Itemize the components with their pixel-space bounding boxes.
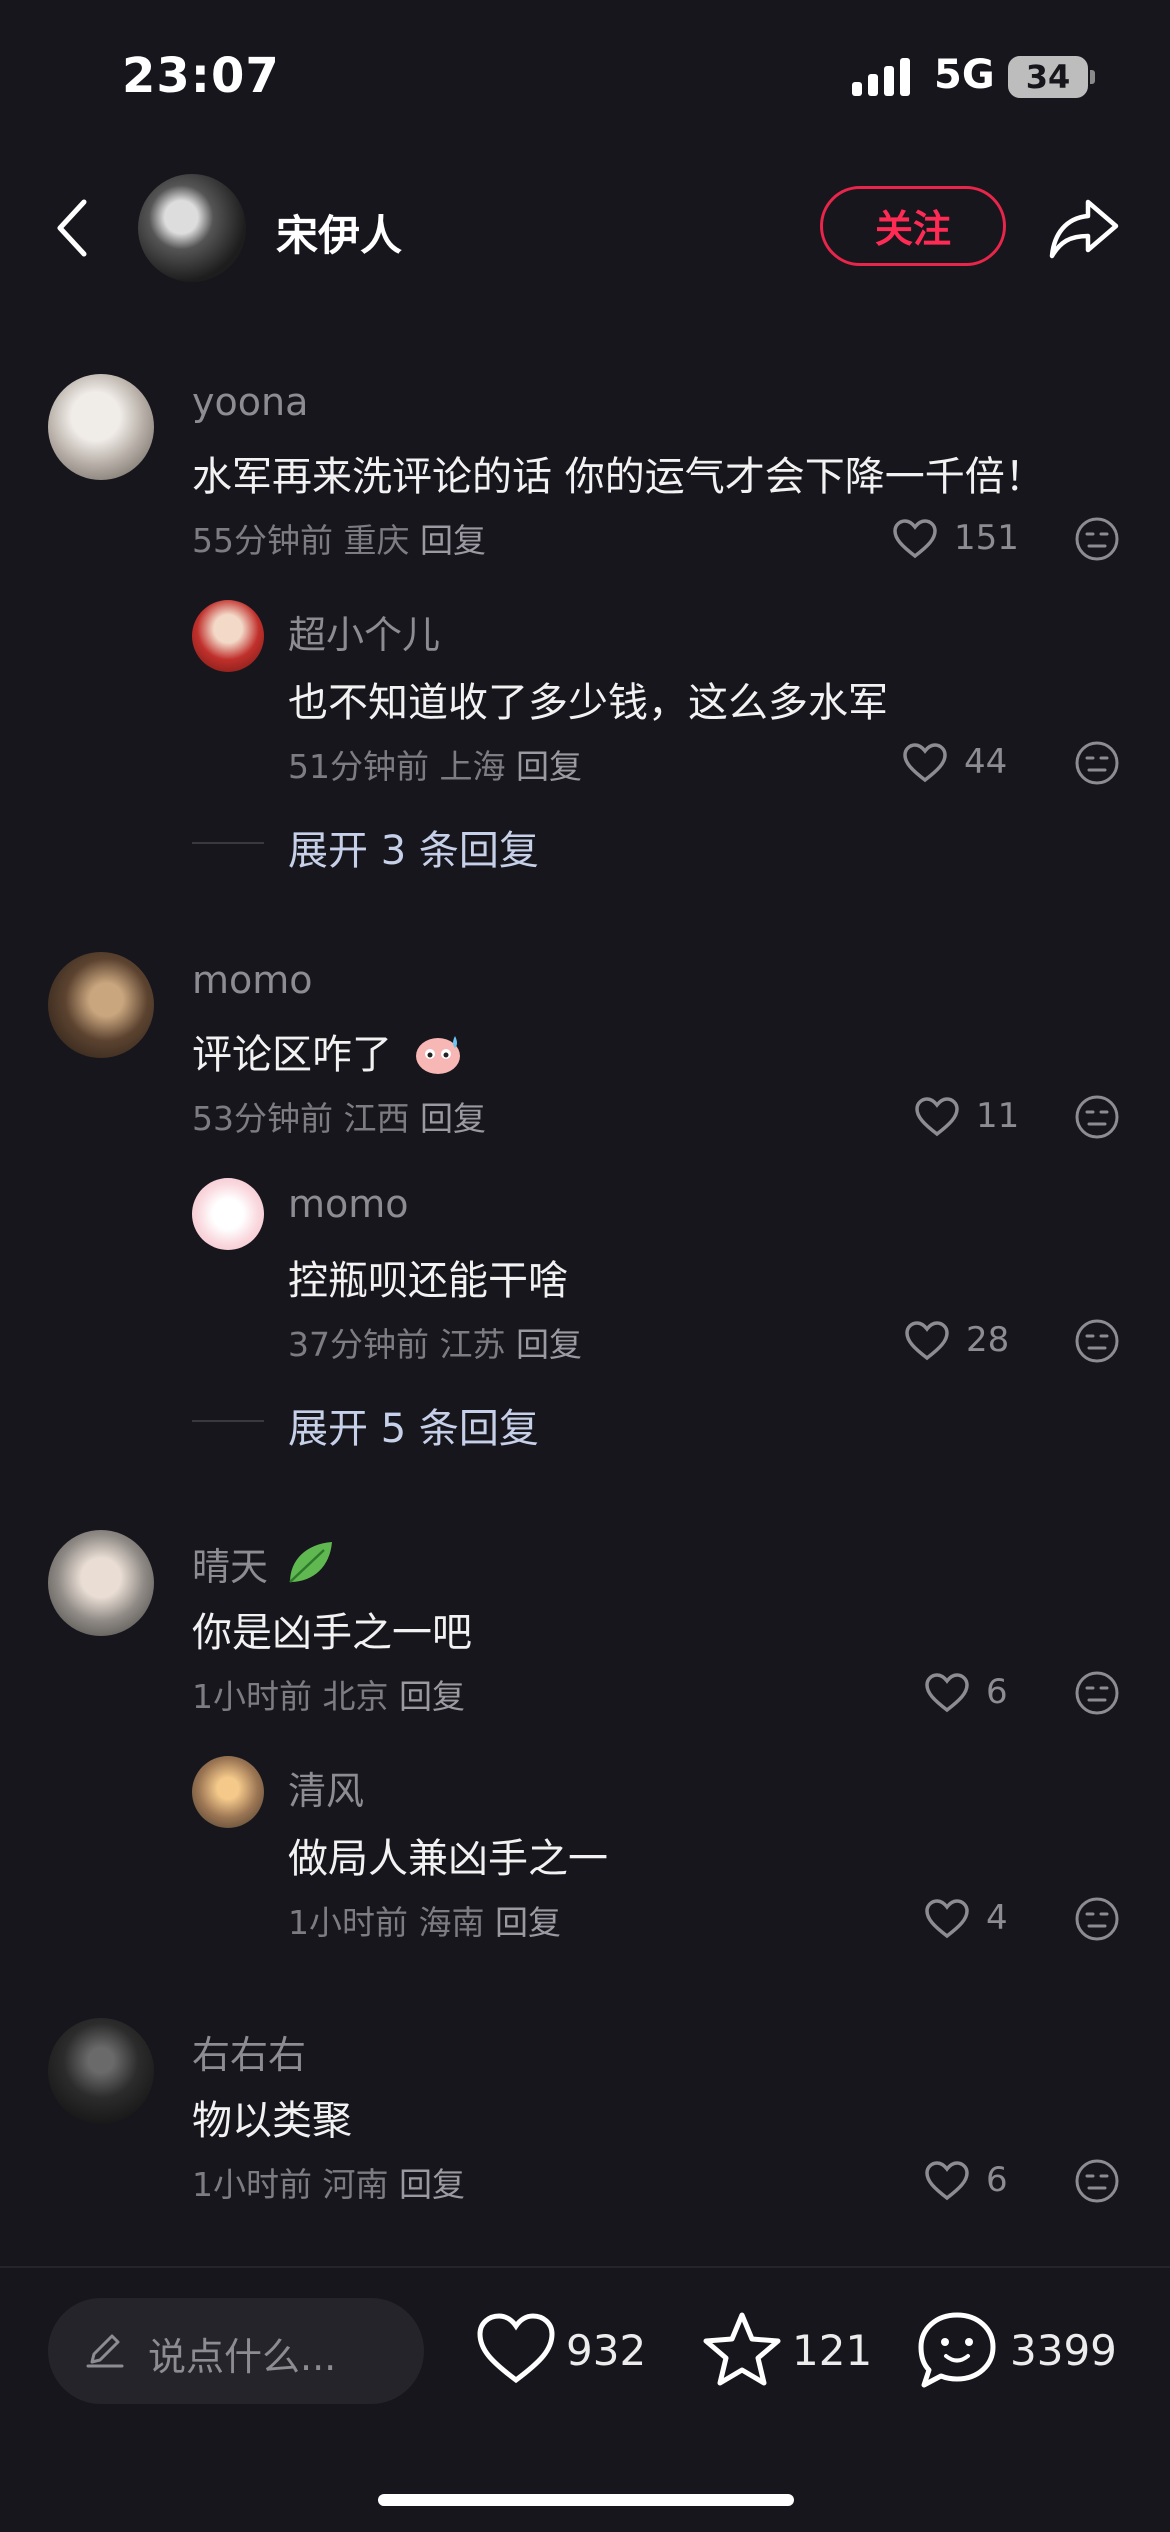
host-name[interactable]: 宋伊人 [276, 202, 402, 263]
heart-icon[interactable] [892, 518, 938, 560]
reply-meta: 1小时前 海南 回复 [288, 1896, 561, 1944]
follow-button[interactable]: 关注 [820, 186, 1006, 266]
reply-link[interactable]: 回复 [399, 1677, 465, 1716]
heart-icon[interactable] [924, 1898, 970, 1940]
user-avatar[interactable] [48, 374, 154, 480]
reply-meta: 51分钟前 上海 回复 [288, 740, 582, 788]
dislike-face-icon[interactable] [1074, 1094, 1120, 1140]
status-time: 23:07 [122, 48, 280, 104]
emoji-icon [415, 1036, 460, 1074]
like-count: 11 [976, 1096, 1020, 1136]
reply-location: 江苏 [439, 1325, 506, 1364]
user-avatar[interactable] [48, 1530, 154, 1636]
back-icon[interactable] [52, 196, 92, 260]
comment-text-row: 评论区咋了 [192, 1022, 465, 1080]
dislike-face-icon[interactable] [1074, 1670, 1120, 1716]
comment-location: 河南 [322, 2165, 389, 2204]
heart-icon[interactable] [914, 1096, 960, 1138]
user-avatar[interactable] [48, 952, 154, 1058]
comment-text: 评论区咋了 [192, 1032, 392, 1078]
reply-text: 控瓶呗还能干啥 [288, 1258, 568, 1304]
user-avatar[interactable] [192, 1178, 264, 1250]
reply-location: 海南 [418, 1903, 485, 1942]
reply-username[interactable]: 清风 [288, 1760, 364, 1815]
like-total: 932 [566, 2326, 647, 2375]
user-avatar[interactable] [192, 600, 264, 672]
reply-time: 51分钟前 [288, 747, 429, 786]
heart-icon[interactable] [924, 2160, 970, 2202]
home-indicator[interactable] [378, 2494, 794, 2506]
reply-link[interactable]: 回复 [420, 521, 486, 560]
dislike-face-icon[interactable] [1074, 1318, 1120, 1364]
signal-icon [852, 58, 910, 96]
reply-username[interactable]: momo [288, 1182, 409, 1226]
comment-total: 3399 [1010, 2326, 1117, 2375]
reply-link[interactable]: 回复 [420, 1099, 486, 1138]
reply-link[interactable]: 回复 [399, 2165, 465, 2204]
expand-replies-button[interactable]: 展开 5 条回复 [288, 1396, 539, 1454]
comment-location: 北京 [322, 1677, 389, 1716]
reply-link[interactable]: 回复 [516, 747, 582, 786]
dislike-face-icon[interactable] [1074, 740, 1120, 786]
heart-icon[interactable] [476, 2312, 556, 2386]
like-count: 6 [986, 1672, 1008, 1712]
comment-username[interactable]: momo [192, 958, 313, 1002]
comment-text: 物以类聚 [192, 2098, 352, 2144]
comment-time: 53分钟前 [192, 1099, 333, 1138]
reply-text: 做局人兼凶手之一 [288, 1836, 608, 1882]
pencil-icon [86, 2334, 124, 2368]
reply-link[interactable]: 回复 [495, 1903, 561, 1942]
comment-username[interactable]: yoona [192, 380, 308, 424]
dislike-face-icon[interactable] [1074, 1896, 1120, 1942]
host-avatar[interactable] [138, 174, 246, 282]
reply-link[interactable]: 回复 [516, 1325, 582, 1364]
comment-meta: 53分钟前 江西 回复 [192, 1092, 486, 1140]
expand-replies-button[interactable]: 展开 3 条回复 [288, 818, 539, 876]
like-count: 151 [954, 518, 1019, 558]
dislike-face-icon[interactable] [1074, 516, 1120, 562]
comment-time: 1小时前 [192, 2165, 312, 2204]
reply-text: 也不知道收了多少钱，这么多水军 [288, 680, 888, 726]
comment-meta: 55分钟前 重庆 回复 [192, 514, 486, 562]
comment-meta: 1小时前 河南 回复 [192, 2158, 465, 2206]
reply-time: 1小时前 [288, 1903, 408, 1942]
reply-time: 37分钟前 [288, 1325, 429, 1364]
comment-input-placeholder[interactable]: 说点什么... [148, 2326, 336, 2381]
comment-location: 江西 [343, 1099, 410, 1138]
reply-username[interactable]: 超小个儿 [288, 604, 440, 659]
dislike-face-icon[interactable] [1074, 2158, 1120, 2204]
like-count: 6 [986, 2160, 1008, 2200]
comment-username[interactable]: 晴天 [192, 1545, 268, 1589]
leaf-icon [289, 1542, 333, 1583]
comment-username-row: 晴天 [192, 1536, 336, 1591]
comment-time: 1小时前 [192, 1677, 312, 1716]
comment-time: 55分钟前 [192, 521, 333, 560]
user-avatar[interactable] [192, 1756, 264, 1828]
comment-text: 你是凶手之一吧 [192, 1610, 472, 1656]
user-avatar[interactable] [48, 2018, 154, 2124]
heart-icon[interactable] [924, 1672, 970, 1714]
comment-bubble-icon[interactable] [916, 2310, 998, 2390]
heart-icon[interactable] [904, 1320, 950, 1362]
like-count: 28 [966, 1320, 1010, 1360]
battery-cap [1090, 70, 1095, 84]
comment-meta: 1小时前 北京 回复 [192, 1670, 465, 1718]
bottom-divider [0, 2266, 1170, 2268]
like-count: 4 [986, 1898, 1008, 1938]
expand-divider [192, 1420, 264, 1422]
heart-icon[interactable] [902, 742, 948, 784]
share-icon[interactable] [1048, 196, 1120, 260]
battery-icon: 34 [1008, 56, 1088, 98]
comment-username[interactable]: 右右右 [192, 2024, 306, 2079]
reply-meta: 37分钟前 江苏 回复 [288, 1318, 582, 1366]
comment-location: 重庆 [343, 521, 410, 560]
reply-location: 上海 [439, 747, 506, 786]
comment-text: 水军再来洗评论的话 你的运气才会下降一千倍！ [192, 454, 1045, 500]
expand-divider [192, 842, 264, 844]
favorite-total: 121 [792, 2326, 873, 2375]
star-icon[interactable] [702, 2310, 782, 2388]
like-count: 44 [964, 742, 1008, 782]
network-label: 5G [934, 52, 995, 98]
